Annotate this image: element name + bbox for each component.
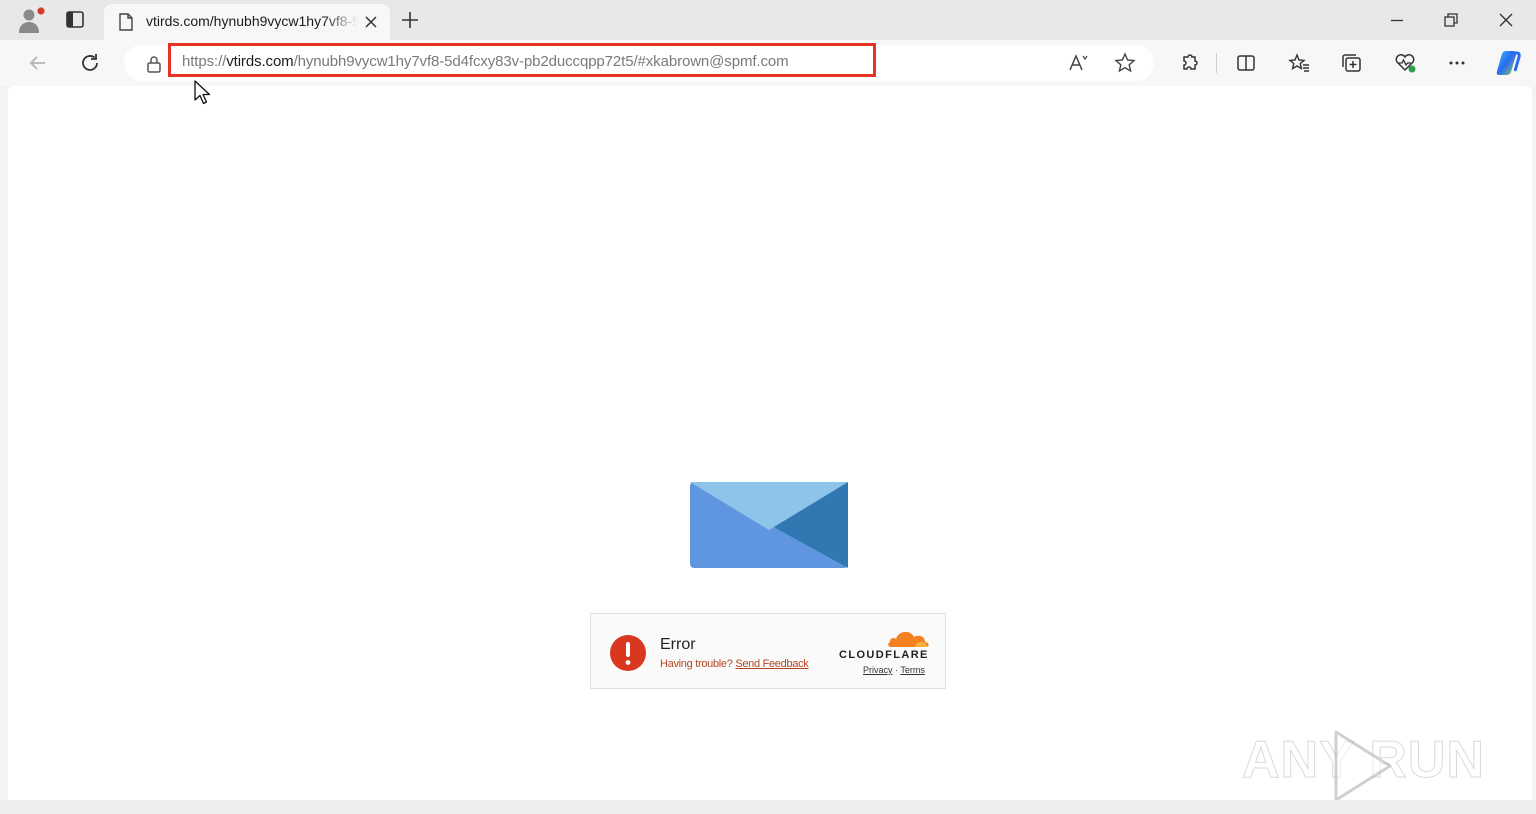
address-bar[interactable]: https://vtirds.com/hynubh9vycw1hy7vf8-5d… xyxy=(124,43,1154,81)
tab-title: vtirds.com/hynubh9vycw1hy7vf8-5d4fcxy83v… xyxy=(146,13,358,29)
split-screen-icon[interactable] xyxy=(1232,49,1260,77)
minimize-icon[interactable] xyxy=(1384,8,1410,32)
lock-icon[interactable] xyxy=(144,54,164,74)
envelope-icon xyxy=(690,482,848,568)
restore-icon[interactable] xyxy=(1438,8,1464,32)
active-tab[interactable]: vtirds.com/hynubh9vycw1hy7vf8-5d4fcxy83v… xyxy=(104,4,390,40)
challenge-help: Having trouble? Send Feedback xyxy=(660,658,809,670)
plus-icon[interactable] xyxy=(398,8,422,32)
toolbar: https://vtirds.com/hynubh9vycw1hy7vf8-5d… xyxy=(0,40,1536,86)
cloudflare-cloud-icon xyxy=(888,631,929,647)
url-path: /hynubh9vycw1hy7vf8-5d4fcxy83v-pb2duccqp… xyxy=(293,53,789,70)
tab-strip: vtirds.com/hynubh9vycw1hy7vf8-5d4fcxy83v… xyxy=(0,0,1536,40)
back-arrow-icon[interactable] xyxy=(24,49,52,77)
url-scheme: https:// xyxy=(182,53,227,70)
url-highlight: https://vtirds.com/hynubh9vycw1hy7vf8-5d… xyxy=(168,43,876,77)
star-icon[interactable] xyxy=(1111,49,1139,77)
help-text: Having trouble? xyxy=(660,658,733,670)
extensions-icon[interactable] xyxy=(1175,49,1203,77)
page-viewport: Error Having trouble? Send Feedback CLOU… xyxy=(8,86,1532,800)
toolbar-divider xyxy=(1216,53,1217,73)
link-separator: · xyxy=(895,665,899,675)
mouse-cursor-icon xyxy=(194,80,211,105)
cloudflare-links: Privacy · Terms xyxy=(863,665,925,675)
privacy-link[interactable]: Privacy xyxy=(863,665,893,675)
cloudflare-logo-text: CLOUDFLARE xyxy=(839,649,929,661)
challenge-status: Error xyxy=(660,636,696,653)
favorites-icon[interactable] xyxy=(1285,49,1313,77)
profile-icon[interactable] xyxy=(16,6,46,34)
watermark-play-icon xyxy=(1334,730,1392,802)
tab-actions-icon[interactable] xyxy=(62,8,88,32)
window-close-icon[interactable] xyxy=(1493,8,1519,32)
tab-close-icon[interactable] xyxy=(362,13,380,31)
send-feedback-link[interactable]: Send Feedback xyxy=(735,658,808,670)
url-text[interactable]: https://vtirds.com/hynubh9vycw1hy7vf8-5d… xyxy=(182,53,789,70)
terms-link[interactable]: Terms xyxy=(900,665,925,675)
url-domain: vtirds.com xyxy=(226,53,294,70)
collections-icon[interactable] xyxy=(1338,49,1366,77)
error-icon xyxy=(610,635,646,671)
heart-pulse-icon[interactable] xyxy=(1391,49,1419,77)
bottom-edge xyxy=(0,800,1536,814)
refresh-icon[interactable] xyxy=(76,49,104,77)
more-icon[interactable] xyxy=(1443,49,1471,77)
page-icon xyxy=(119,13,133,31)
cloudflare-challenge-widget: Error Having trouble? Send Feedback CLOU… xyxy=(590,613,946,689)
read-aloud-icon[interactable] xyxy=(1064,49,1092,77)
copilot-icon[interactable] xyxy=(1492,47,1524,79)
